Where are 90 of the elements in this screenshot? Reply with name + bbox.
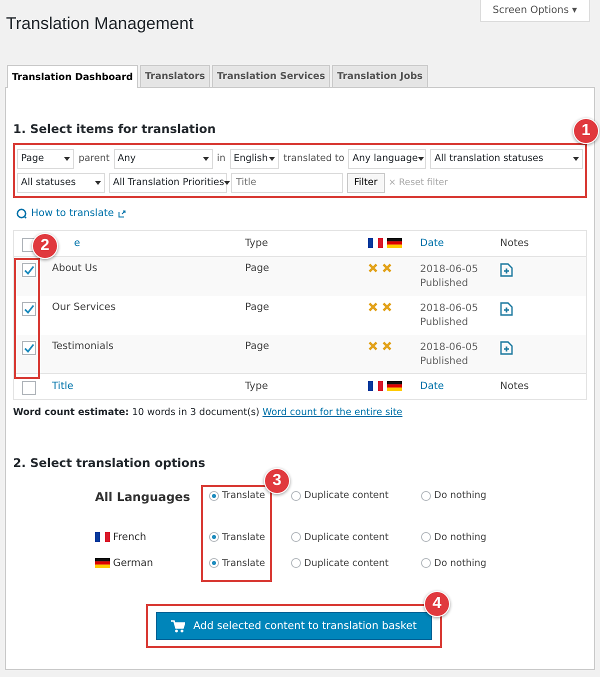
caret-icon — [269, 156, 276, 160]
table-cell: 2018-06-05 Published — [420, 264, 478, 289]
dropdown[interactable]: All statuses — [17, 172, 105, 192]
dropdown[interactable]: Any — [114, 148, 213, 168]
radio-option[interactable]: Duplicate content — [291, 490, 421, 501]
filter-label: translated to — [283, 153, 344, 164]
radio-option[interactable]: Do nothing — [421, 490, 486, 501]
tab[interactable]: Translation Dashboard — [7, 65, 138, 88]
radio-option[interactable]: Translate — [209, 532, 291, 542]
tab[interactable]: Translators — [140, 65, 210, 87]
radio-button[interactable] — [209, 558, 219, 568]
caret-icon — [573, 156, 579, 160]
flag-icon — [95, 532, 110, 542]
tab[interactable]: Translation Jobs — [332, 65, 428, 87]
table-cell: Page — [245, 340, 270, 352]
checkbox[interactable] — [22, 302, 36, 316]
not-translated-icon — [382, 340, 392, 350]
radio-option[interactable]: Do nothing — [421, 558, 486, 568]
word-count-text: Word count estimate: 10 words in 3 document(s) — [13, 407, 260, 418]
caret-icon — [224, 180, 230, 184]
section-heading: 2. Select translation options — [13, 456, 206, 470]
checkbox[interactable] — [22, 263, 36, 277]
not-translated-icon — [368, 340, 378, 350]
dropdown[interactable]: All translation statuses — [430, 148, 583, 168]
title-input-field[interactable]: Title — [231, 172, 343, 192]
add-to-basket-button[interactable]: Add selected content to translation basket — [156, 612, 432, 640]
flag-icon — [387, 381, 402, 391]
notes-column-header: Notes — [500, 381, 529, 392]
not-translated-icon — [368, 263, 378, 273]
dropdown[interactable]: Any language — [348, 148, 426, 168]
title-column-header[interactable]: Title — [52, 381, 74, 392]
external-link-icon — [118, 210, 126, 218]
radio-button[interactable] — [291, 558, 301, 568]
dropdown[interactable]: English — [230, 148, 280, 168]
filter-label: in — [216, 153, 226, 164]
checkbox[interactable] — [22, 340, 36, 354]
radio-option[interactable]: Translate — [209, 558, 291, 568]
add-note-icon[interactable] — [500, 302, 513, 316]
radio-option[interactable]: Duplicate content — [291, 558, 421, 568]
title-column-header[interactable]: e — [74, 238, 80, 249]
radio-option[interactable]: Duplicate content — [291, 532, 421, 542]
date-column-header[interactable]: Date — [420, 381, 444, 392]
caret-icon — [64, 156, 70, 160]
caret-icon — [95, 180, 101, 184]
flag-icon — [368, 381, 383, 391]
screen-options-button[interactable]: Screen Options ▾ — [480, 0, 590, 22]
not-translated-icon — [368, 302, 378, 312]
radio-button[interactable] — [209, 490, 219, 500]
date-column-header[interactable]: Date — [420, 238, 444, 249]
filter-button[interactable]: Filter — [347, 172, 385, 192]
table-cell: Page — [245, 263, 270, 274]
radio-button[interactable] — [291, 532, 301, 542]
radio-button[interactable] — [421, 490, 431, 500]
cart-icon — [171, 620, 186, 632]
table-cell: 2018-06-05 Published — [420, 302, 478, 328]
not-translated-icon — [382, 302, 392, 312]
page-title: Translation Management — [6, 14, 194, 34]
table-cell: Page — [245, 302, 270, 312]
flag-icon — [387, 238, 402, 248]
table-cell: Our Services — [52, 302, 116, 312]
word-count-link[interactable]: Word count for the entire site — [262, 407, 402, 418]
language-label: French — [113, 532, 146, 542]
table-cell: 2018-06-05 Published — [420, 342, 478, 366]
notes-column-header: Notes — [500, 238, 529, 249]
dropdown[interactable]: All Translation Priorities — [109, 172, 227, 192]
radio-button[interactable] — [291, 490, 301, 500]
table-cell: About Us — [52, 263, 98, 274]
language-label: All Languages — [95, 490, 190, 504]
caret-icon — [418, 156, 424, 160]
type-column-header: Type — [245, 381, 268, 392]
table-cell: Testimonials — [52, 340, 114, 352]
caret-icon — [202, 156, 209, 160]
flag-icon — [368, 238, 383, 248]
dropdown[interactable]: Page — [17, 148, 74, 168]
language-label: German — [113, 558, 154, 568]
not-translated-icon — [382, 263, 392, 273]
filter-label: parent — [78, 153, 110, 164]
radio-button[interactable] — [421, 558, 431, 568]
type-column-header: Type — [245, 238, 268, 249]
radio-option[interactable]: Do nothing — [421, 532, 486, 542]
help-icon — [16, 208, 27, 219]
add-note-icon[interactable] — [500, 340, 513, 354]
flag-icon — [95, 558, 110, 568]
add-note-icon[interactable] — [500, 263, 513, 277]
radio-button[interactable] — [209, 532, 219, 542]
section-heading: 1. Select items for translation — [13, 122, 216, 136]
radio-button[interactable] — [421, 532, 431, 542]
checkbox[interactable] — [22, 381, 36, 395]
tab[interactable]: Translation Services — [212, 65, 330, 87]
how-to-translate-link[interactable]: How to translate — [31, 208, 114, 219]
